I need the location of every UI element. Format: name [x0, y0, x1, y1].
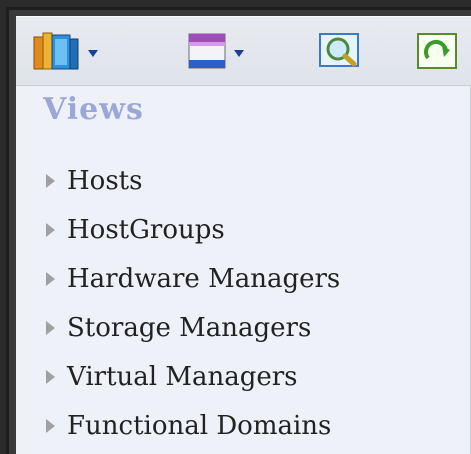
view-item-label[interactable]: Hardware Managers: [67, 264, 340, 294]
search-icon: [316, 28, 364, 79]
expand-arrow-icon[interactable]: [46, 173, 55, 188]
search-button[interactable]: [316, 27, 364, 79]
library-books-icon: [32, 29, 84, 78]
views-list: Hosts HostGroups Hardware Managers Stora…: [46, 156, 340, 450]
chevron-down-icon[interactable]: [88, 49, 98, 57]
view-item-hardware-managers[interactable]: Hardware Managers: [46, 254, 340, 303]
expand-arrow-icon[interactable]: [46, 271, 55, 286]
chevron-down-icon[interactable]: [234, 49, 244, 57]
view-item-hostgroups[interactable]: HostGroups: [46, 205, 340, 254]
toolbar: [16, 16, 471, 86]
refresh-icon: [414, 28, 460, 79]
view-item-functional-domains[interactable]: Functional Domains: [46, 401, 340, 450]
view-item-label[interactable]: Hosts: [67, 166, 142, 196]
views-panel: Views Hosts HostGroups Hardware Managers…: [16, 86, 471, 454]
view-item-label[interactable]: HostGroups: [67, 215, 225, 245]
view-item-label[interactable]: Functional Domains: [67, 411, 331, 441]
layout-button[interactable]: [186, 27, 244, 79]
views-heading: Views: [43, 92, 144, 127]
view-item-virtual-managers[interactable]: Virtual Managers: [46, 352, 340, 401]
window-layout-icon: [186, 29, 230, 78]
expand-arrow-icon[interactable]: [46, 369, 55, 384]
view-item-storage-managers[interactable]: Storage Managers: [46, 303, 340, 352]
app-window: Views Hosts HostGroups Hardware Managers…: [0, 0, 471, 454]
view-item-hosts[interactable]: Hosts: [46, 156, 340, 205]
refresh-button[interactable]: [414, 27, 460, 79]
library-button[interactable]: [32, 27, 98, 79]
view-item-label[interactable]: Virtual Managers: [67, 362, 298, 392]
expand-arrow-icon[interactable]: [46, 418, 55, 433]
expand-arrow-icon[interactable]: [46, 222, 55, 237]
expand-arrow-icon[interactable]: [46, 320, 55, 335]
view-item-label[interactable]: Storage Managers: [67, 313, 311, 343]
